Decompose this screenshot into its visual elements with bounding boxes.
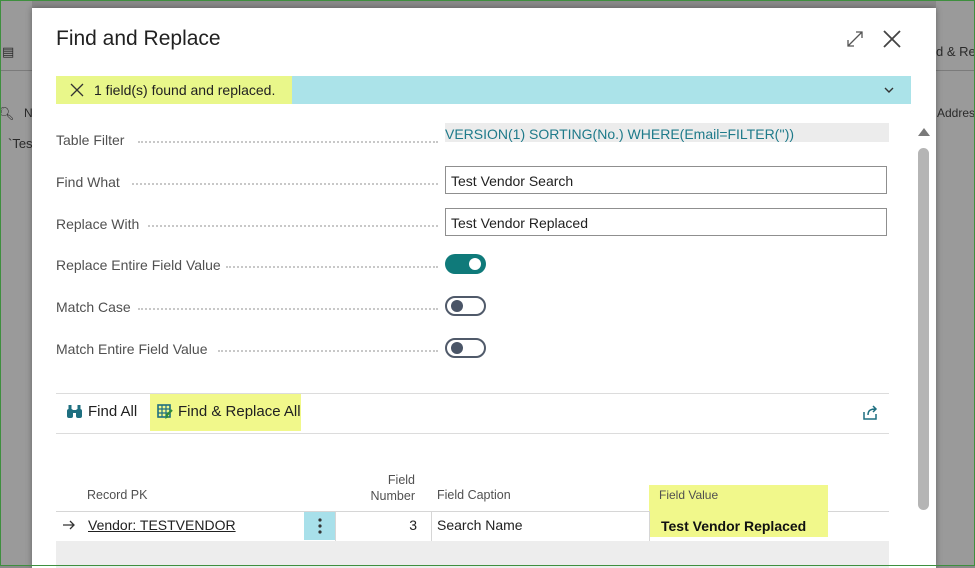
leader-dots bbox=[148, 225, 438, 227]
dialog-title: Find and Replace bbox=[56, 27, 221, 50]
row-indicator-arrow-icon bbox=[63, 520, 75, 530]
match-case-label: Match Case bbox=[56, 299, 131, 315]
find-replace-all-label: Find & Replace All bbox=[178, 403, 301, 420]
column-header-field-number-line1[interactable]: Field bbox=[387, 473, 415, 487]
notification-text: 1 field(s) found and replaced. bbox=[94, 82, 276, 98]
background-text: d & Re bbox=[936, 44, 975, 59]
replace-entire-label: Replace Entire Field Value bbox=[56, 257, 221, 273]
match-entire-label: Match Entire Field Value bbox=[56, 341, 208, 357]
background-divider bbox=[0, 70, 32, 71]
share-icon[interactable] bbox=[861, 404, 879, 422]
find-replace-all-button[interactable]: Find & Replace All bbox=[157, 403, 301, 420]
expand-icon[interactable] bbox=[842, 26, 868, 52]
grid-empty-area bbox=[56, 541, 889, 568]
table-filter-value[interactable]: VERSION(1) SORTING(No.) WHERE(Email=FILT… bbox=[445, 126, 794, 142]
toggle-knob bbox=[451, 300, 463, 312]
row-actions-button[interactable] bbox=[304, 512, 335, 540]
replace-entire-toggle[interactable] bbox=[445, 254, 486, 274]
field-value-cell[interactable]: Test Vendor Replaced bbox=[661, 518, 806, 534]
find-what-input[interactable]: Test Vendor Search bbox=[445, 166, 887, 194]
cell-separator bbox=[649, 511, 650, 541]
replace-with-label: Replace With bbox=[56, 216, 140, 232]
more-vertical-icon bbox=[317, 518, 322, 534]
match-case-toggle[interactable] bbox=[445, 296, 486, 316]
record-pk-link[interactable]: Vendor: TESTVENDOR bbox=[88, 517, 236, 533]
binoculars-icon bbox=[67, 405, 82, 418]
find-what-label: Find What bbox=[56, 174, 120, 190]
background-divider bbox=[936, 70, 975, 71]
background-text: Addres bbox=[937, 106, 975, 120]
background-page-left bbox=[0, 0, 32, 566]
field-caption-cell[interactable]: Search Name bbox=[437, 517, 523, 533]
column-header-field-caption[interactable]: Field Caption bbox=[437, 488, 511, 502]
replace-all-icon bbox=[157, 403, 173, 419]
leader-dots bbox=[218, 350, 438, 352]
chevron-down-icon[interactable] bbox=[882, 83, 896, 97]
background-text: `Tes bbox=[8, 136, 33, 151]
column-header-field-number-line2[interactable]: Number bbox=[369, 489, 415, 503]
cell-separator bbox=[431, 511, 432, 541]
scroll-up-arrow-icon[interactable] bbox=[918, 128, 930, 136]
replace-with-input[interactable]: Test Vendor Replaced bbox=[445, 208, 887, 236]
leader-dots bbox=[138, 141, 438, 143]
table-filter-label: Table Filter bbox=[56, 132, 125, 148]
match-entire-toggle[interactable] bbox=[445, 338, 486, 358]
background-icon: ▤ bbox=[2, 44, 15, 59]
background-page-right bbox=[936, 0, 975, 566]
leader-dots bbox=[132, 183, 438, 185]
leader-dots bbox=[226, 266, 438, 268]
find-all-label: Find All bbox=[88, 403, 138, 420]
notification-bar: 1 field(s) found and replaced. bbox=[56, 76, 911, 104]
background-search-icon: 🔍︎ bbox=[0, 106, 15, 121]
column-header-field-value[interactable]: Field Value bbox=[659, 488, 718, 502]
find-all-button[interactable]: Find All bbox=[66, 403, 137, 420]
scrollbar-thumb[interactable] bbox=[918, 148, 929, 510]
close-icon[interactable] bbox=[879, 26, 905, 52]
toggle-knob bbox=[451, 342, 463, 354]
column-header-record-pk[interactable]: Record PK bbox=[87, 488, 147, 502]
find-replace-dialog: Find and Replace 1 field(s) found and re… bbox=[32, 8, 936, 568]
toggle-knob bbox=[469, 258, 481, 270]
leader-dots bbox=[138, 308, 438, 310]
action-bar-divider bbox=[56, 433, 889, 434]
field-number-cell[interactable]: 3 bbox=[335, 517, 417, 533]
notification-dismiss-icon[interactable] bbox=[69, 82, 85, 98]
